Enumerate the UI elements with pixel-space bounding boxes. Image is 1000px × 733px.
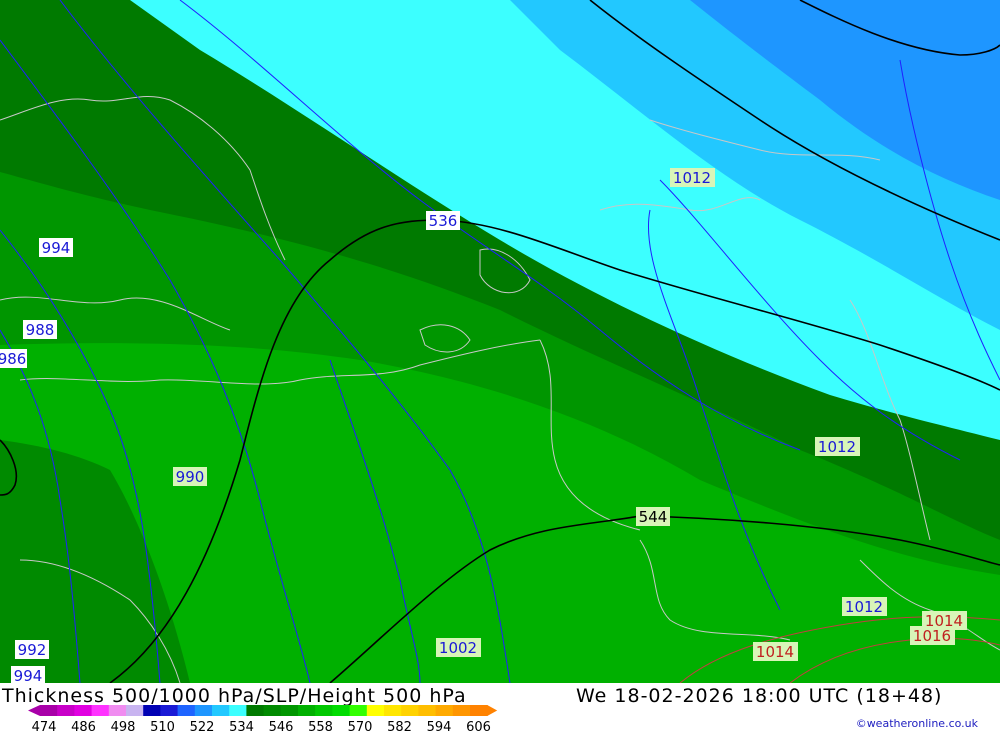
legend-swatch bbox=[435, 705, 454, 716]
legend-swatch bbox=[263, 705, 282, 716]
isobar-label-990: 990 bbox=[173, 467, 207, 486]
legend-tick-label: 534 bbox=[229, 720, 254, 733]
svg-text:1012: 1012 bbox=[845, 598, 883, 616]
credit-link[interactable]: ©weatheronline.co.uk bbox=[856, 717, 978, 730]
legend-swatch bbox=[298, 705, 316, 716]
legend-tick-label: 522 bbox=[190, 720, 215, 733]
legend-swatch bbox=[91, 705, 110, 716]
legend-tick-label: 570 bbox=[348, 720, 373, 733]
legend-swatch bbox=[349, 705, 368, 716]
legend-swatch bbox=[229, 705, 247, 716]
svg-text:1016: 1016 bbox=[913, 627, 951, 645]
legend-tick-label: 582 bbox=[387, 720, 412, 733]
svg-text:536: 536 bbox=[429, 212, 458, 230]
svg-text:994: 994 bbox=[42, 239, 71, 257]
isobar-label-1002: 1002 bbox=[436, 638, 481, 657]
legend-swatch bbox=[366, 705, 385, 716]
legend-swatch bbox=[194, 705, 213, 716]
legend-tick-label: 594 bbox=[427, 720, 452, 733]
legend-swatch bbox=[418, 705, 437, 716]
map-title: Thickness 500/1000 hPa/SLP/Height 500 hP… bbox=[2, 685, 467, 707]
legend-swatch bbox=[246, 705, 265, 716]
legend-tick-label: 498 bbox=[111, 720, 136, 733]
isobar-label-994-west: 994 bbox=[39, 238, 73, 257]
legend-tick-label: 474 bbox=[32, 720, 57, 733]
legend-swatch bbox=[57, 705, 75, 716]
svg-text:1002: 1002 bbox=[439, 639, 477, 657]
svg-text:544: 544 bbox=[639, 508, 668, 526]
legend-swatch bbox=[40, 705, 58, 716]
legend-swatch bbox=[384, 705, 402, 716]
legend-swatch bbox=[315, 705, 333, 716]
legend-swatch bbox=[108, 705, 127, 716]
thickness-map: 1012 536 994 988 986 990 1012 544 1012 1… bbox=[0, 0, 1000, 683]
isobar-label-1014-south: 1014 bbox=[753, 642, 798, 661]
isobar-label-986: 986 bbox=[0, 349, 27, 368]
legend-arrow-right bbox=[487, 705, 498, 716]
isobar-label-988: 988 bbox=[23, 320, 57, 339]
legend-swatch bbox=[74, 705, 93, 716]
height-label-544: 544 bbox=[636, 507, 670, 526]
svg-text:1014: 1014 bbox=[756, 643, 794, 661]
isobar-label-994-sw: 994 bbox=[11, 666, 45, 683]
height-label-536: 536 bbox=[426, 211, 460, 230]
legend-swatch bbox=[332, 705, 351, 716]
legend-swatch bbox=[212, 705, 230, 716]
svg-text:990: 990 bbox=[176, 468, 205, 486]
isobar-label-1012-south: 1012 bbox=[842, 597, 887, 616]
legend-tick-label: 606 bbox=[466, 720, 491, 733]
svg-text:1012: 1012 bbox=[818, 438, 856, 456]
legend-swatch bbox=[470, 705, 488, 716]
legend-swatch bbox=[280, 705, 299, 716]
legend-arrow-left bbox=[28, 705, 40, 716]
svg-text:988: 988 bbox=[26, 321, 55, 339]
svg-text:1012: 1012 bbox=[673, 169, 711, 187]
legend-swatch bbox=[143, 705, 161, 716]
legend-swatch bbox=[452, 705, 471, 716]
svg-text:992: 992 bbox=[18, 641, 47, 659]
svg-text:986: 986 bbox=[0, 350, 26, 368]
legend-ticks: 474 486 498 510 522 534 546 558 570 582 594 606 bbox=[32, 720, 491, 733]
isobar-label-1012-east: 1012 bbox=[815, 437, 860, 456]
svg-text:994: 994 bbox=[14, 667, 43, 683]
legend-tick-label: 558 bbox=[308, 720, 333, 733]
map-valid-time: We 18-02-2026 18:00 UTC (18+48) bbox=[576, 685, 943, 707]
legend-tick-label: 486 bbox=[71, 720, 96, 733]
isobar-label-992: 992 bbox=[15, 640, 49, 659]
color-legend: 474 486 498 510 522 534 546 558 570 582 594 606 bbox=[28, 705, 498, 733]
legend-swatch bbox=[160, 705, 179, 716]
isobar-label-1012-north: 1012 bbox=[670, 168, 715, 187]
legend-tick-label: 510 bbox=[150, 720, 175, 733]
legend-swatches bbox=[28, 705, 498, 716]
legend-swatch bbox=[401, 705, 419, 716]
legend-tick-label: 546 bbox=[269, 720, 294, 733]
map-footer: Thickness 500/1000 hPa/SLP/Height 500 hP… bbox=[0, 683, 1000, 733]
legend-swatch bbox=[126, 705, 144, 716]
legend-swatch bbox=[177, 705, 196, 716]
isobar-label-1016: 1016 bbox=[910, 626, 955, 645]
